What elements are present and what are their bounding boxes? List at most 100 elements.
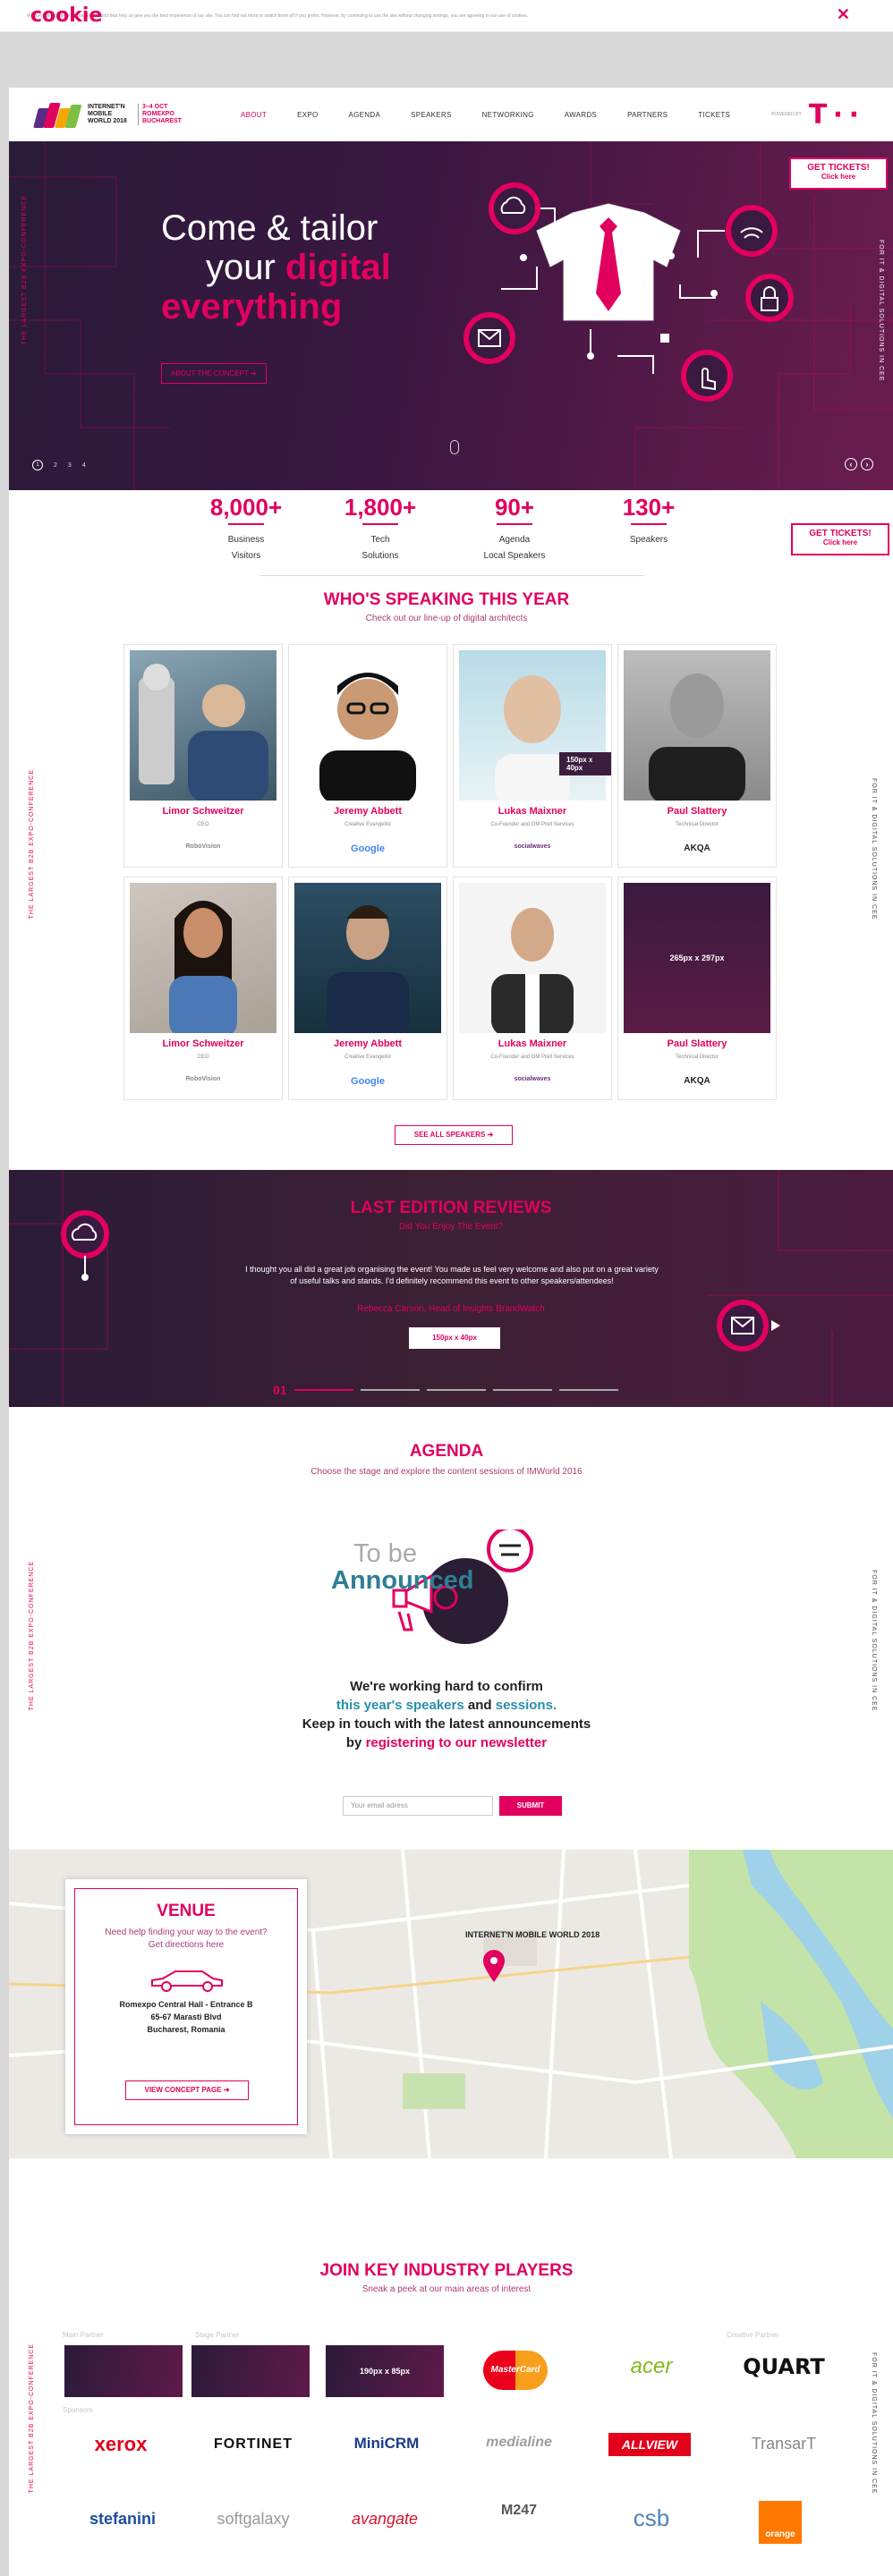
speakers-subtitle: Check out our line-up of digital archite… — [365, 614, 528, 623]
about-concept-button[interactable]: ABOUT THE CONCEPT ➔ — [161, 363, 267, 384]
speaker-card[interactable]: Limor Schweitzer CEO RoboVision — [123, 877, 283, 1100]
brand-dates: 3–4 OCT ROMEXPO BUCHAREST — [138, 104, 182, 125]
agenda-msg-by: by — [345, 1735, 366, 1750]
stefanini-logo[interactable]: stefanini — [73, 2510, 172, 2529]
nav-speakers[interactable]: SPEAKERS — [395, 111, 467, 119]
nav-networking[interactable]: NETWORKING — [467, 111, 549, 119]
see-all-speakers-button[interactable]: SEE ALL SPEAKERS ➔ — [395, 1125, 513, 1145]
avangate-logo[interactable]: avangate — [340, 2510, 429, 2529]
allview-logo[interactable]: ALLVIEW — [608, 2433, 691, 2456]
agenda-msg-speakers: this year's speakers — [336, 1698, 464, 1713]
directions-link[interactable]: Get directions here — [75, 1939, 297, 1952]
slide-dot-3[interactable]: 3 — [68, 462, 72, 469]
speaker-role: Co-Founder and GM Prell Services — [490, 1055, 574, 1060]
left-gutter — [0, 0, 9, 2576]
stat-visitors: 8,000+ Business Visitors — [197, 490, 295, 562]
review-page-bar[interactable] — [558, 1389, 618, 1391]
view-concept-label: VIEW CONCEPT PAGE — [144, 2086, 222, 2094]
brand-logo[interactable]: INTERNET'N MOBILE WORLD 2018 3–4 OCT ROM… — [33, 101, 182, 128]
nav-agenda[interactable]: AGENDA — [334, 111, 396, 119]
stats-row: 8,000+ Business Visitors 1,800+ Tech Solut… — [197, 490, 698, 562]
slide-dot-2[interactable]: 2 — [54, 462, 57, 469]
brand-mark-icon — [33, 101, 84, 128]
stat-number: 1,800+ — [344, 494, 417, 521]
nav-awards[interactable]: AWARDS — [549, 111, 612, 119]
xerox-logo[interactable]: xerox — [72, 2433, 170, 2456]
speaker-photo — [459, 883, 606, 1033]
tba-line1: To be — [353, 1539, 417, 1568]
softgalaxy-logo[interactable]: softgalaxy — [204, 2510, 302, 2529]
nav-expo[interactable]: EXPO — [282, 111, 333, 119]
next-slide-icon[interactable]: › — [861, 458, 873, 470]
hero-line2a: your — [206, 248, 285, 287]
site-header: INTERNET'N MOBILE WORLD 2018 3–4 OCT ROM… — [9, 88, 893, 141]
m247-logo[interactable]: M247 — [490, 2503, 548, 2519]
divider — [259, 575, 644, 576]
arrow-right-icon: ➔ — [487, 1131, 494, 1139]
main-partner-label: Main Partner — [63, 2331, 104, 2339]
venue-title: VENUE — [157, 1902, 216, 1920]
get-tickets-button[interactable]: GET TICKETS! Click here — [789, 157, 888, 190]
review-page-bar[interactable] — [293, 1389, 353, 1391]
newsletter-link[interactable]: registering to our newsletter — [366, 1735, 548, 1750]
hero-banner: Come & tailor your digital everything AB… — [9, 141, 893, 490]
reviews-subtitle: Did You Enjoy The Event? — [398, 1222, 503, 1232]
cookie-close-icon[interactable]: ✕ — [837, 5, 850, 24]
acer-logo[interactable]: acer — [614, 2354, 689, 2379]
nav-partners[interactable]: PARTNERS — [612, 111, 683, 119]
medialine-logo[interactable]: medialine — [474, 2435, 564, 2451]
venue-map[interactable]: INTERNET'N MOBILE WORLD 2018 VENUE Need … — [9, 1850, 893, 2158]
mastercard-logo[interactable]: MasterCard — [483, 2351, 548, 2390]
review-page-bar[interactable] — [360, 1389, 420, 1391]
map-pin-icon[interactable] — [481, 1950, 506, 1984]
arrow-right-icon: ➔ — [250, 369, 257, 377]
speakers-title: WHO'S SPEAKING THIS YEAR — [323, 590, 570, 609]
sponsor-logo[interactable]: T · · — [809, 99, 859, 131]
email-input[interactable]: Your email adress — [343, 1796, 493, 1816]
scroll-down-icon[interactable] — [450, 440, 459, 454]
csb-logo[interactable]: csb — [614, 2504, 689, 2532]
nav-about[interactable]: ABOUT — [225, 111, 282, 119]
speaker-name: Paul Slattery — [667, 1038, 727, 1049]
orange-logo[interactable]: orange — [759, 2501, 802, 2544]
review-page-bar[interactable] — [492, 1389, 552, 1391]
slide-dot-1[interactable]: 1 — [32, 460, 43, 470]
speaker-card[interactable]: 265px x 297px Paul Slattery Technical Di… — [617, 877, 777, 1100]
stat-label: Business Visitors — [227, 535, 265, 561]
about-concept-label: ABOUT THE CONCEPT — [171, 369, 249, 377]
main-partner-logo[interactable] — [64, 2345, 183, 2397]
submit-button[interactable]: SUBMIT — [499, 1796, 562, 1816]
review-button-placeholder[interactable]: 150px x 40px — [409, 1327, 500, 1349]
venue-help-text: Need help finding your way to the event? — [105, 1928, 268, 1937]
stage-partner-logo[interactable] — [191, 2345, 310, 2397]
speaker-photo — [130, 883, 276, 1033]
side-label-right-2: FOR IT & DIGITAL SOLUTIONS IN CEE — [871, 778, 877, 920]
speaker-name: Lukas Maixner — [498, 806, 567, 817]
sponsors-label: Sponsors — [63, 2406, 93, 2414]
speaker-role: Co-Founder and GM Prell Services — [490, 822, 574, 827]
prev-slide-icon[interactable]: ‹ — [845, 458, 857, 470]
agenda-subtitle: Choose the stage and explore the content… — [310, 1467, 583, 1477]
slide-dot-4[interactable]: 4 — [82, 462, 86, 469]
speaker-card[interactable]: Limor Schweitzer CEO RoboVision — [123, 644, 283, 868]
company-logo: socialwaves — [514, 843, 551, 850]
review-page-bar[interactable] — [426, 1389, 486, 1391]
venue-address-1: Romexpo Central Hall - Entrance B — [119, 2000, 253, 2009]
stage-partner-placeholder[interactable]: 190px x 85px — [326, 2345, 444, 2397]
minicrm-logo[interactable]: MiniCRM — [342, 2435, 431, 2453]
view-concept-page-button[interactable]: VIEW CONCEPT PAGE ➔ — [125, 2080, 249, 2100]
side-label-right: FOR IT & DIGITAL SOLUTIONS IN CEE — [878, 240, 884, 382]
get-tickets-button-2[interactable]: GET TICKETS! Click here — [791, 523, 889, 555]
transart-logo[interactable]: TransarT — [739, 2435, 829, 2453]
speaker-card[interactable]: Jeremy Abbett Creative Evangelist Google — [288, 644, 447, 868]
speaker-card[interactable]: 150px x 40px Lukas Maixner Co-Founder an… — [453, 644, 612, 868]
hero-line1: Come & tailor — [161, 208, 378, 248]
side-label-left: THE LARGEST B2B EXPO-CONFERENCE — [21, 195, 28, 345]
nav-tickets[interactable]: TICKETS — [683, 111, 745, 119]
speaker-card[interactable]: Jeremy Abbett Creative Evangelist Google — [288, 877, 447, 1100]
fortinet-logo[interactable]: FORTINET — [204, 2436, 302, 2453]
speaker-card[interactable]: Paul Slattery Technical Director AKQA — [617, 644, 777, 868]
speaker-card[interactable]: Lukas Maixner Co-Founder and GM Prell Se… — [453, 877, 612, 1100]
quart-logo[interactable]: QUART — [739, 2354, 829, 2379]
side-label-left-2: THE LARGEST B2B EXPO-CONFERENCE — [29, 769, 35, 919]
